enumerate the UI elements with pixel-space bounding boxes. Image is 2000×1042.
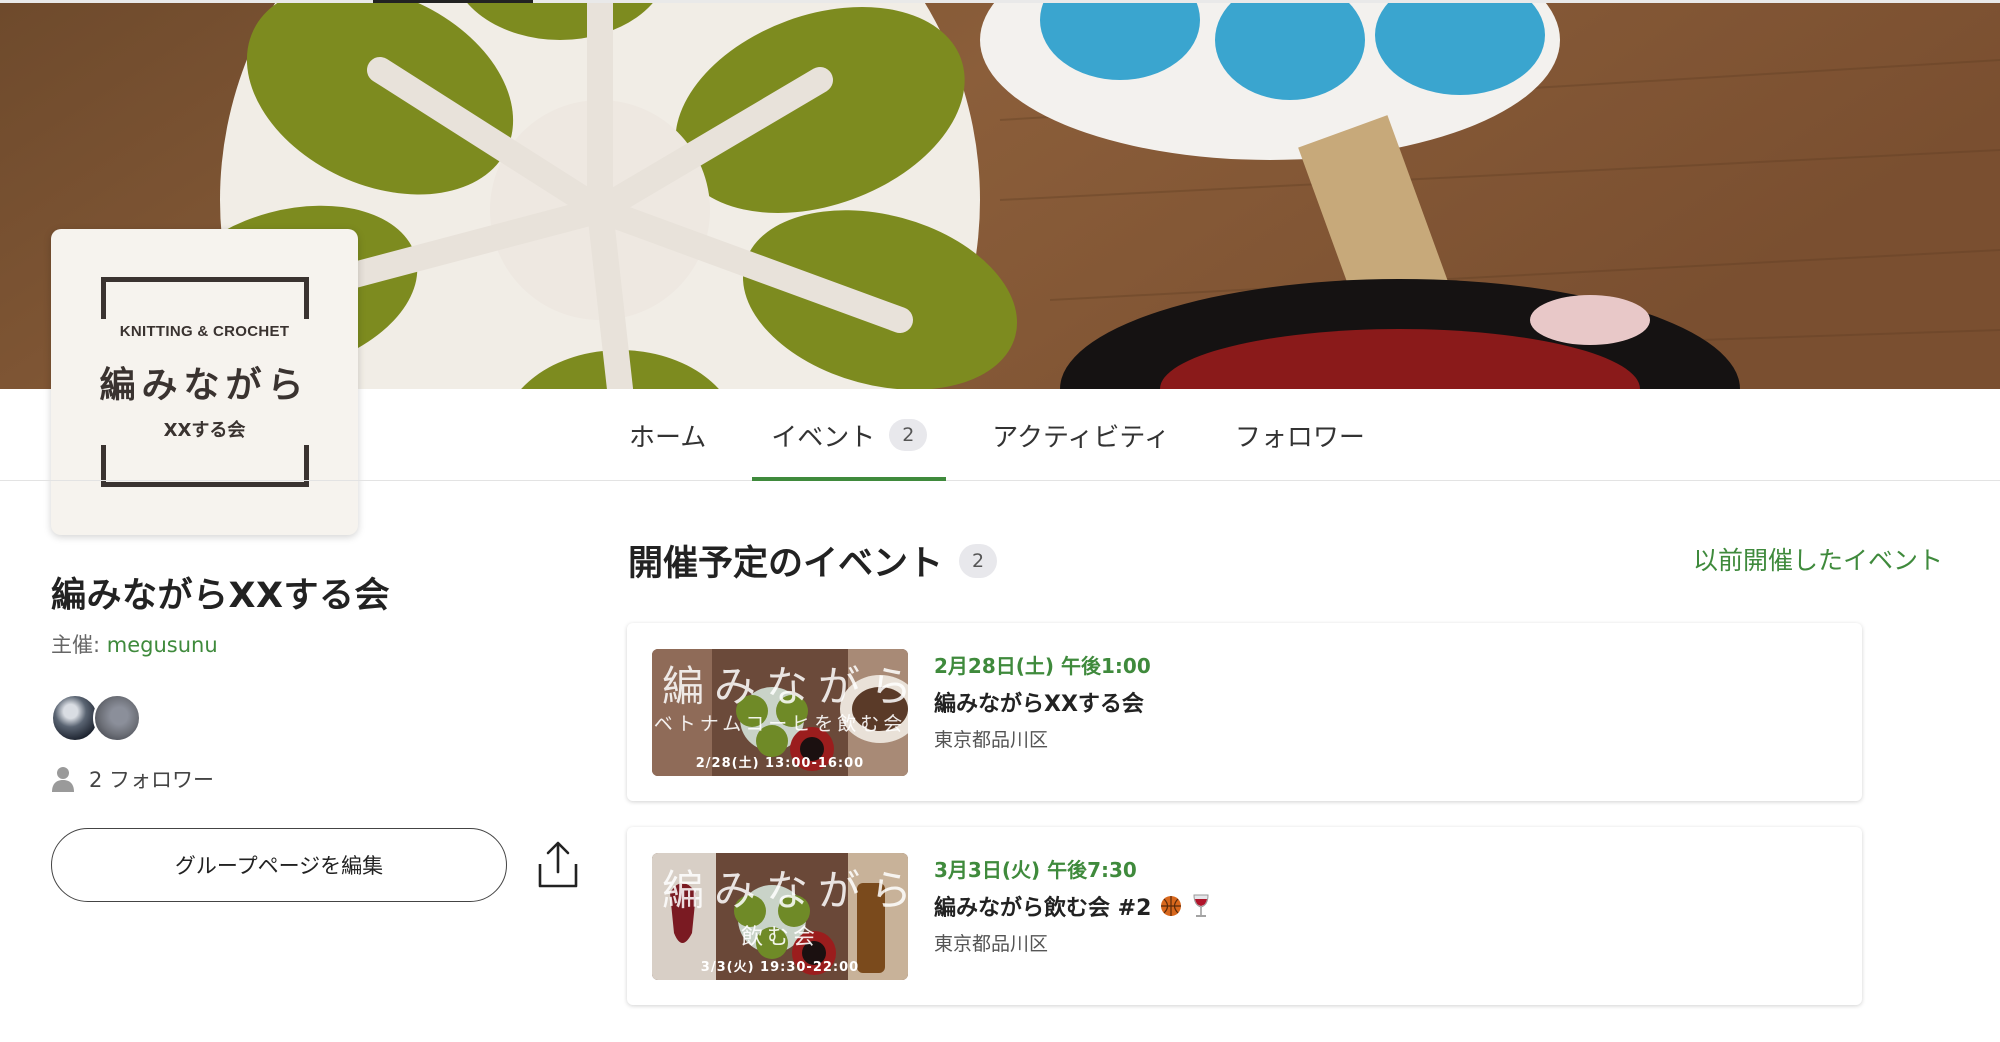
- event-thumbnail: 編みながら ベトナムコーヒを飲む会 2/28(土) 13:00-16:00: [652, 649, 908, 776]
- event-date: 3月3日(火) 午後7:30: [934, 858, 1137, 882]
- event-location: 東京都品川区: [934, 729, 1049, 751]
- top-border: [0, 0, 2000, 3]
- organizer-link[interactable]: megusunu: [107, 633, 218, 657]
- section-title-text: 開催予定のイベント: [628, 544, 944, 584]
- tab-home-label: ホーム: [629, 422, 707, 453]
- event-location: 東京都品川区: [934, 933, 1049, 955]
- upcoming-events-heading: 開催予定のイベント 2: [628, 535, 998, 586]
- event-card[interactable]: 編みながら 飲む会 3/3(火) 19:30-22:00 3月3日(火) 午後7…: [627, 827, 1862, 1005]
- thumbnail-date: 2/28(土) 13:00-16:00: [695, 756, 865, 771]
- past-events-link[interactable]: 以前開催したイベント: [1693, 541, 1943, 577]
- group-logo: KNITTING & CROCHET 編みながら XXする会: [51, 229, 358, 535]
- event-title[interactable]: 編みながら飲む会 #2: [934, 890, 1211, 922]
- group-name: 編みながらXXする会: [51, 576, 390, 616]
- wine-glass-icon: [1193, 894, 1209, 917]
- thumbnail-title: 編みながら: [662, 662, 908, 711]
- tab-events[interactable]: イベント 2: [752, 389, 947, 481]
- event-title-text: 編みながら飲む会 #2: [934, 896, 1152, 921]
- event-date: 2月28日(土) 午後1:00: [934, 654, 1151, 678]
- event-title[interactable]: 編みながらXXする会: [934, 686, 1144, 718]
- avatar: [51, 694, 99, 742]
- event-card[interactable]: 編みながら ベトナムコーヒを飲む会 2/28(土) 13:00-16:00 2月…: [627, 623, 1862, 801]
- followers-text: 2 フォロワー: [89, 768, 215, 792]
- event-thumbnail: 編みながら 飲む会 3/3(火) 19:30-22:00: [652, 853, 908, 980]
- event-title-text: 編みながらXXする会: [934, 692, 1144, 717]
- upcoming-count-badge: 2: [959, 543, 998, 578]
- tab-followers[interactable]: フォロワー: [1216, 389, 1384, 481]
- organizer-label: 主催:: [51, 633, 107, 657]
- organizer-info: 主催: megusunu: [51, 629, 218, 659]
- tab-events-count-badge: 2: [889, 419, 928, 451]
- tab-home[interactable]: ホーム: [610, 389, 725, 481]
- tab-events-label: イベント: [771, 422, 876, 453]
- tab-activity-label: アクティビティ: [992, 422, 1170, 453]
- logo-line-1: KNITTING & CROCHET: [119, 323, 290, 340]
- thumbnail-subtitle: 飲む会: [740, 925, 819, 950]
- tab-activity[interactable]: アクティビティ: [973, 389, 1189, 481]
- active-tab-indicator: [752, 477, 947, 481]
- tab-followers-label: フォロワー: [1234, 422, 1365, 453]
- followers-count[interactable]: 2 フォロワー: [51, 762, 214, 796]
- logo-line-2: 編みながら: [99, 365, 310, 406]
- thumbnail-subtitle: ベトナムコーヒを飲む会: [653, 713, 907, 735]
- person-icon: [52, 767, 74, 792]
- logo-line-3: XXする会: [163, 420, 246, 441]
- avatar: [93, 694, 141, 742]
- follower-avatars[interactable]: [51, 694, 161, 742]
- basketball-icon: [1161, 896, 1182, 916]
- edit-group-page-button[interactable]: グループページを編集: [51, 828, 507, 902]
- share-icon[interactable]: [536, 840, 580, 890]
- thumbnail-title: 編みながら: [662, 866, 908, 915]
- group-tabs: ホーム イベント 2 アクティビティ フォロワー: [610, 389, 1411, 481]
- thumbnail-date: 3/3(火) 19:30-22:00: [700, 960, 860, 975]
